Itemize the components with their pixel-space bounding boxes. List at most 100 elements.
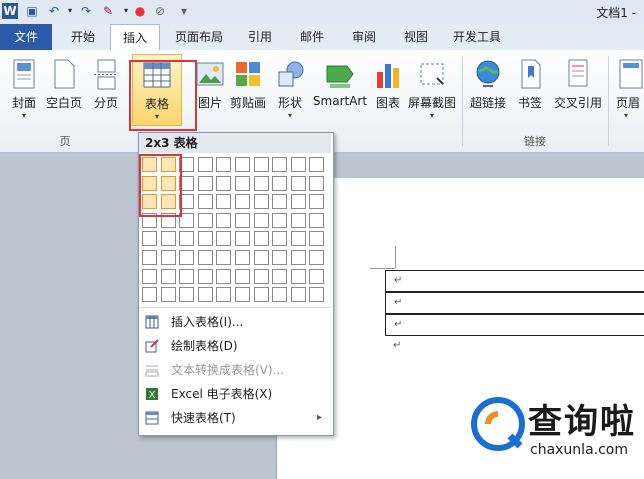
grid-cell[interactable] [272, 231, 288, 247]
grid-cell[interactable] [253, 194, 269, 210]
grid-cell[interactable] [197, 287, 213, 303]
tab-file[interactable]: 文件 [0, 24, 52, 50]
grid-cell[interactable] [290, 212, 306, 228]
grid-cell[interactable] [272, 287, 288, 303]
grid-cell[interactable] [235, 287, 250, 303]
grid-cell[interactable] [235, 250, 250, 265]
grid-cell[interactable] [197, 231, 213, 247]
grid-cell[interactable] [309, 268, 325, 284]
grid-cell[interactable] [290, 157, 306, 172]
grid-cell[interactable] [216, 157, 232, 172]
grid-cell[interactable] [290, 231, 306, 247]
clip-art-button[interactable]: 剪贴画 [226, 54, 270, 124]
table-row[interactable]: ↵ [385, 314, 644, 336]
grid-cell[interactable] [216, 212, 232, 228]
grid-cell[interactable] [272, 212, 288, 228]
color-icon[interactable]: ● [132, 3, 148, 19]
tab-review[interactable]: 审阅 [342, 24, 386, 50]
tab-home[interactable]: 开始 [58, 24, 108, 50]
tab-insert[interactable]: 插入 [110, 24, 160, 51]
grid-cell[interactable] [253, 175, 269, 191]
grid-cell[interactable] [309, 157, 325, 172]
grid-cell[interactable] [142, 287, 157, 303]
header-button[interactable]: 页眉 ▾ [614, 54, 644, 124]
tab-view[interactable]: 视图 [394, 24, 438, 50]
grid-cell[interactable] [309, 287, 325, 303]
grid-cell[interactable] [216, 175, 232, 191]
grid-cell[interactable] [253, 157, 269, 172]
tab-mailings[interactable]: 邮件 [290, 24, 334, 50]
grid-cell[interactable] [253, 250, 269, 265]
grid-cell[interactable] [309, 250, 325, 265]
grid-cell[interactable] [197, 250, 213, 265]
grid-cell[interactable] [290, 194, 306, 210]
grid-cell[interactable] [235, 157, 250, 172]
grid-cell[interactable] [235, 175, 250, 191]
grid-cell[interactable] [216, 268, 232, 284]
hyperlink-button[interactable]: 超链接 [466, 54, 510, 124]
grid-cell[interactable] [290, 287, 306, 303]
screenshot-button[interactable]: 屏幕截图 ▾ [406, 54, 458, 124]
grid-cell[interactable] [253, 268, 269, 284]
menu-item-quick-tables[interactable]: 快速表格(T) ▸ [139, 406, 331, 430]
grid-cell[interactable] [160, 231, 176, 247]
cross-reference-button[interactable]: 交叉引用 [552, 54, 604, 124]
grid-cell[interactable] [197, 157, 213, 172]
grid-cell[interactable] [309, 194, 325, 210]
grid-cell[interactable] [216, 287, 232, 303]
grid-cell[interactable] [253, 287, 269, 303]
grid-cell[interactable] [272, 157, 288, 172]
save-icon[interactable]: ▣ [24, 3, 40, 19]
grid-cell[interactable] [253, 212, 269, 228]
shapes-button[interactable]: 形状 ▾ [268, 54, 312, 124]
grid-cell[interactable] [179, 268, 195, 284]
table-row[interactable]: ↵ [385, 270, 644, 292]
menu-item-excel-spreadsheet[interactable]: X Excel 电子表格(X) [139, 382, 331, 406]
redo-icon[interactable]: ↷ [78, 3, 94, 19]
grid-cell[interactable] [160, 250, 176, 265]
grid-cell[interactable] [235, 231, 250, 247]
grid-cell[interactable] [253, 231, 269, 247]
grid-cell[interactable] [179, 287, 195, 303]
grid-cell[interactable] [142, 231, 157, 247]
grid-cell[interactable] [309, 231, 325, 247]
tab-references[interactable]: 引用 [238, 24, 282, 50]
chart-button[interactable]: 图表 [366, 54, 410, 124]
menu-item-insert-table[interactable]: 插入表格(I)... [139, 310, 331, 334]
undo-dropdown-icon[interactable]: ▾ [62, 3, 78, 19]
menu-item-draw-table[interactable]: 绘制表格(D) [139, 334, 331, 358]
grid-cell[interactable] [142, 250, 157, 265]
grid-cell[interactable] [235, 268, 250, 284]
clear-format-icon[interactable]: ⊘ [152, 3, 168, 19]
grid-cell[interactable] [179, 250, 195, 265]
grid-cell[interactable] [272, 175, 288, 191]
grid-cell[interactable] [290, 175, 306, 191]
smartart-button[interactable]: SmartArt [312, 54, 368, 124]
grid-cell[interactable] [290, 250, 306, 265]
grid-cell[interactable] [235, 212, 250, 228]
tab-developer[interactable]: 开发工具 [446, 24, 508, 50]
tab-page-layout[interactable]: 页面布局 [166, 24, 232, 50]
undo-icon[interactable]: ↶ [46, 3, 62, 19]
grid-cell[interactable] [142, 268, 157, 284]
grid-cell[interactable] [272, 250, 288, 265]
format-painter-icon[interactable]: ✎ [100, 3, 116, 19]
table-row[interactable]: ↵ [385, 292, 644, 314]
grid-cell[interactable] [197, 268, 213, 284]
grid-cell[interactable] [309, 175, 325, 191]
grid-cell[interactable] [179, 231, 195, 247]
grid-cell[interactable] [160, 268, 176, 284]
customize-icon[interactable]: ▾ [176, 3, 192, 19]
grid-cell[interactable] [216, 250, 232, 265]
grid-cell[interactable] [235, 194, 250, 210]
grid-cell[interactable] [216, 194, 232, 210]
grid-cell[interactable] [216, 231, 232, 247]
page-break-button[interactable]: 分页 [84, 54, 128, 124]
blank-page-button[interactable]: 空白页 [42, 54, 86, 124]
grid-cell[interactable] [197, 194, 213, 210]
grid-cell[interactable] [197, 212, 213, 228]
grid-cell[interactable] [197, 175, 213, 191]
grid-cell[interactable] [309, 212, 325, 228]
grid-cell[interactable] [160, 287, 176, 303]
bookmark-button[interactable]: 书签 [508, 54, 552, 124]
